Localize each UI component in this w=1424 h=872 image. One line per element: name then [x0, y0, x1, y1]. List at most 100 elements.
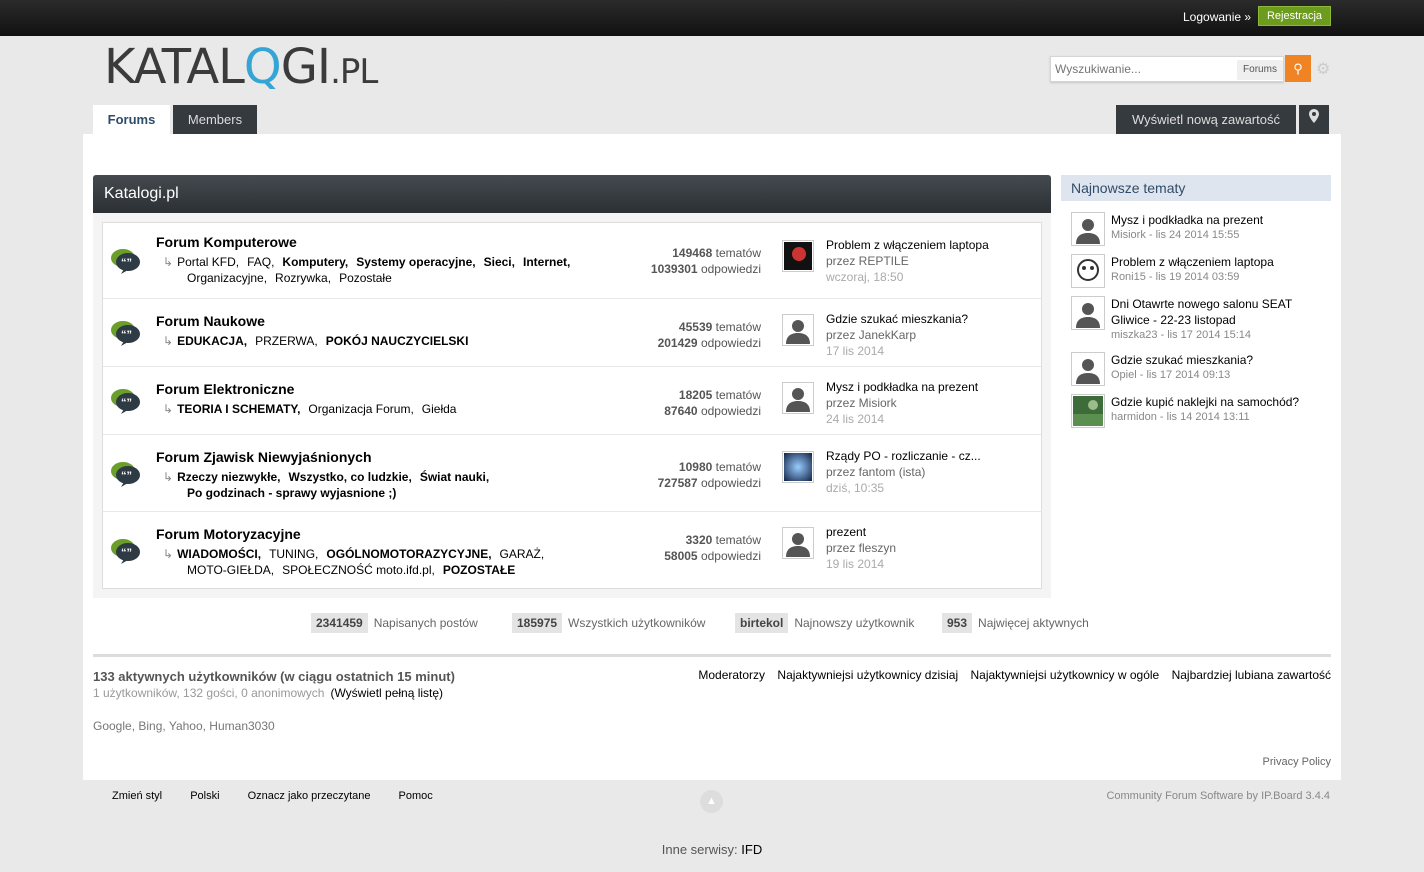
subforum-link[interactable]: GARAŻ, — [500, 547, 545, 561]
subforum-link[interactable]: Rozrywka, — [275, 271, 331, 285]
topic-author-avatar[interactable] — [1071, 394, 1105, 428]
forum-stats: 149468 tematów 1039301 odpowiedzi — [651, 245, 761, 277]
subforum-link[interactable]: Wszystko, co ludzkie, — [288, 470, 411, 484]
board-stat-label: Najnowszy użytkownik — [794, 616, 915, 630]
last-post-author[interactable]: przez fantom (ista) — [826, 465, 925, 479]
last-post-title[interactable]: Rządy PO - rozliczanie - cz... — [826, 449, 981, 463]
subforum-link[interactable]: Sieci, — [484, 255, 515, 269]
category-title[interactable]: Katalogi.pl — [93, 175, 1051, 213]
login-link[interactable]: Logowanie » — [1183, 10, 1251, 24]
topic-author-avatar[interactable] — [1071, 254, 1105, 288]
last-post: Gdzie szukać mieszkania? przez JanekKarp 1… — [826, 311, 968, 359]
subforum-link[interactable]: EDUKACJA, — [177, 334, 247, 348]
subforum-link[interactable]: MOTO-GIEŁDA, — [187, 563, 274, 577]
replies-count: 58005 — [664, 549, 698, 563]
forum-name[interactable]: Forum Elektroniczne — [156, 381, 294, 397]
help-link[interactable]: Pomoc — [399, 790, 433, 802]
gear-icon[interactable]: ⚙ — [1316, 59, 1330, 79]
last-post-title[interactable]: Mysz i podkładka na prezent — [826, 380, 978, 394]
subforum-link[interactable]: Internet, — [523, 255, 570, 269]
privacy-link[interactable]: Privacy Policy — [1263, 756, 1331, 768]
subforum-link[interactable]: SPOŁECZNOŚĆ moto.ifd.pl, — [282, 563, 435, 577]
subforum-link[interactable]: Portal KFD, — [177, 255, 239, 269]
full-list-link[interactable]: (Wyświetl pełną listę) — [330, 686, 443, 700]
mark-read-link[interactable]: Oznacz jako przeczytane — [248, 790, 371, 802]
active-users-count: 1 użytkowników, 132 gości, 0 anonimowych — [93, 686, 325, 700]
forum-name[interactable]: Forum Naukowe — [156, 313, 265, 329]
last-post-author[interactable]: przez Misiork — [826, 396, 897, 410]
search-scope[interactable]: Forums — [1237, 60, 1283, 80]
tab-forums[interactable]: Forums — [93, 105, 170, 134]
replies-count: 727587 — [657, 476, 698, 490]
subforum-arrow-icon: ↳ — [163, 547, 174, 561]
subforum-link[interactable]: Organizacyjne, — [187, 271, 267, 285]
search-button[interactable]: ⚲ — [1285, 55, 1311, 82]
subforum-link[interactable]: OGÓLNOMOTORAZYCYJNE, — [326, 547, 491, 561]
subforum-link[interactable]: POKÓJ NAUCZYCIELSKI — [326, 334, 469, 348]
back-to-top-icon[interactable]: ▲ — [700, 790, 723, 813]
subforum-link[interactable]: WIADOMOŚCI, — [177, 547, 261, 561]
last-post-author[interactable]: przez JanekKarp — [826, 328, 916, 342]
search-box: Forums — [1050, 56, 1284, 82]
top-overall-link[interactable]: Najaktywniejsi użytkownicy w ogóle — [970, 668, 1159, 682]
powered-by[interactable]: Community Forum Software by IP.Board 3.4… — [1106, 790, 1330, 802]
subforum-link[interactable]: POZOSTAŁE — [443, 563, 515, 577]
subforum-link[interactable]: Giełda — [422, 402, 457, 416]
subforum-link[interactable]: PRZERWA, — [255, 334, 318, 348]
last-post-author[interactable]: przez REPTILE — [826, 254, 909, 268]
new-content-button[interactable]: Wyświetl nową zawartość — [1116, 105, 1296, 134]
topic-author-avatar[interactable] — [1071, 352, 1105, 386]
logo-text: KATAL — [104, 39, 245, 95]
moderators-link[interactable]: Moderatorzy — [698, 668, 765, 682]
last-poster-avatar[interactable] — [782, 314, 814, 346]
top-today-link[interactable]: Najaktywniejsi użytkownicy dzisiaj — [777, 668, 958, 682]
register-button[interactable]: Rejestracja — [1258, 6, 1331, 26]
recent-topic-title[interactable]: Problem z włączeniem laptopa — [1111, 254, 1331, 270]
subforum-link[interactable]: Organizacja Forum, — [308, 402, 413, 416]
subforum-link[interactable]: TUNING, — [269, 547, 318, 561]
subforum-link[interactable]: FAQ, — [247, 255, 274, 269]
topic-author-avatar[interactable] — [1071, 212, 1105, 246]
logo-text-rest: GI — [280, 39, 331, 95]
subforum-link[interactable]: Po godzinach - sprawy wyjasnione ;) — [187, 486, 396, 500]
active-users-title: 133 aktywnych użytkowników (w ciągu osta… — [93, 669, 455, 684]
change-style-link[interactable]: Zmień styl — [112, 790, 162, 802]
last-poster-avatar[interactable] — [782, 527, 814, 559]
last-post-title[interactable]: Problem z włączeniem laptopa — [826, 238, 989, 252]
logo-q: Q — [243, 39, 282, 95]
top-bar: Logowanie » Rejestracja — [0, 0, 1424, 36]
replies-label: odpowiedzi — [700, 549, 761, 563]
subforum-link[interactable]: Pozostałe — [339, 271, 392, 285]
last-poster-avatar[interactable] — [782, 451, 814, 483]
last-post: prezent przez fleszyn 19 lis 2014 — [826, 524, 896, 572]
subforum-link[interactable]: TEORIA I SCHEMATY, — [177, 402, 300, 416]
most-liked-link[interactable]: Najbardziej lubiana zawartość — [1172, 668, 1331, 682]
last-post-author[interactable]: przez fleszyn — [826, 541, 896, 555]
search-input[interactable] — [1055, 62, 1231, 76]
last-poster-avatar[interactable] — [782, 382, 814, 414]
forum-name[interactable]: Forum Motoryzacyjne — [156, 526, 301, 542]
last-post-title[interactable]: prezent — [826, 525, 866, 539]
forum-row: “” Forum Elektroniczne ↳ TEORIA I SCHEMATY,… — [103, 367, 1041, 435]
recent-topic-title[interactable]: Dni Otawrte nowego salonu SEAT Gliwice -… — [1111, 296, 1331, 328]
topic-author-avatar[interactable] — [1071, 296, 1105, 330]
subforum-link[interactable]: Komputery, — [282, 255, 348, 269]
map-marker-icon[interactable] — [1299, 105, 1329, 134]
last-poster-avatar[interactable] — [782, 240, 814, 272]
subforum-link[interactable]: Świat nauki, — [420, 470, 489, 484]
subforum-link[interactable]: Systemy operacyjne, — [356, 255, 475, 269]
forum-name[interactable]: Forum Zjawisk Niewyjaśnionych — [156, 449, 372, 465]
replies-label: odpowiedzi — [700, 336, 761, 350]
forum-name[interactable]: Forum Komputerowe — [156, 234, 297, 250]
replies-label: odpowiedzi — [700, 262, 761, 276]
recent-topic-title[interactable]: Gdzie kupić naklejki na samochód? — [1111, 394, 1331, 410]
subforum-link[interactable]: Rzeczy niezwykłe, — [177, 470, 280, 484]
svg-text:“”: “” — [121, 257, 132, 269]
language-link[interactable]: Polski — [190, 790, 219, 802]
tab-members[interactable]: Members — [173, 105, 257, 134]
ifd-link[interactable]: IFD — [741, 842, 762, 857]
recent-topic-title[interactable]: Mysz i podkładka na prezent — [1111, 212, 1331, 228]
last-post-title[interactable]: Gdzie szukać mieszkania? — [826, 312, 968, 326]
recent-topic-title[interactable]: Gdzie szukać mieszkania? — [1111, 352, 1331, 368]
site-logo[interactable]: KATALQGI.PL — [104, 39, 378, 97]
